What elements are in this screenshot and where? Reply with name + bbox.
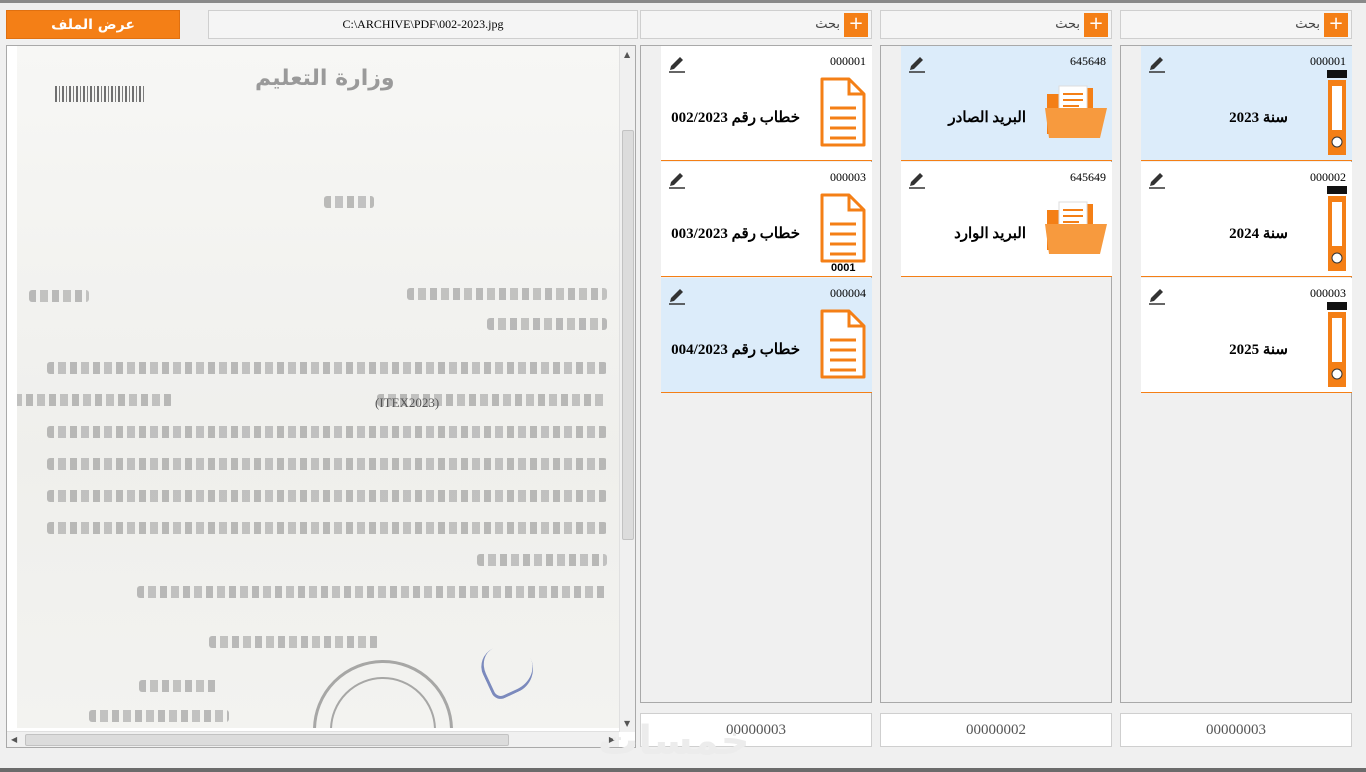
binder-icon: [1327, 70, 1347, 155]
letter-title: خطاب رقم 003/2023: [671, 226, 800, 242]
itex-text: (ITEX2023): [375, 395, 440, 410]
doc-line: [139, 680, 219, 692]
year-card[interactable]: 000001 سنة 2023: [1141, 46, 1352, 161]
letter-code: 000003: [830, 170, 866, 184]
mail-search-bar: بحث +: [880, 10, 1112, 39]
window-bottom-border: [0, 768, 1366, 772]
letter-title: خطاب رقم 002/2023: [671, 110, 800, 126]
doc-line: [477, 554, 607, 566]
mail-card[interactable]: 645648 البريد الصادر: [901, 46, 1112, 161]
letter-overlay-code: 0001: [831, 262, 856, 274]
mail-count: 00000002: [880, 713, 1112, 747]
scanned-letter-image: وزارة التعليم (ITEX2023): [17, 46, 619, 728]
edit-pencil-icon[interactable]: [667, 170, 687, 190]
letter-card[interactable]: 000004 خطاب رقم 004/2023: [661, 278, 872, 393]
years-add-button[interactable]: +: [1324, 12, 1348, 37]
doc-line: [47, 426, 607, 438]
binder-icon: [1327, 302, 1347, 387]
edit-pencil-icon[interactable]: [1147, 286, 1167, 306]
scroll-up-icon[interactable]: ▲: [624, 50, 630, 59]
year-title: سنة 2025: [1229, 342, 1288, 358]
document-icon: [820, 309, 866, 379]
mail-code: 645648: [1070, 54, 1106, 68]
letter-code: 000004: [830, 286, 866, 300]
years-search-bar: بحث +: [1120, 10, 1352, 39]
letters-add-button[interactable]: +: [844, 12, 868, 37]
folder-icon: [1045, 85, 1107, 138]
doc-line: [89, 710, 229, 722]
mail-code: 645649: [1070, 170, 1106, 184]
horizontal-scroll-thumb[interactable]: [25, 734, 509, 746]
year-code: 000001: [1310, 54, 1346, 68]
year-card[interactable]: 000003 سنة 2025: [1141, 278, 1352, 393]
doc-line: [47, 522, 607, 534]
doc-line: [487, 318, 607, 330]
years-search-label[interactable]: بحث: [1295, 17, 1320, 32]
doc-line: [209, 636, 379, 648]
year-code: 000002: [1310, 170, 1346, 184]
letter-code: 000001: [830, 54, 866, 68]
letters-panel: 000001 خطاب رقم 002/2023 000003 0001 خطا…: [640, 45, 872, 703]
document-icon: [820, 77, 866, 147]
ministry-header-text: وزارة التعليم: [255, 66, 395, 91]
mail-title: البريد الوارد: [954, 226, 1026, 242]
mail-add-button[interactable]: +: [1084, 12, 1108, 37]
official-seal: [313, 660, 453, 728]
year-card[interactable]: 000002 سنة 2024: [1141, 162, 1352, 277]
doc-line: [47, 458, 607, 470]
document-viewer[interactable]: وزارة التعليم (ITEX2023) ▲ ▼ ◀ ▶: [6, 45, 636, 748]
viewer-vertical-scrollbar[interactable]: ▲ ▼: [619, 46, 635, 732]
document-icon: [820, 193, 866, 263]
window-top-border: [0, 0, 1366, 3]
mail-search-label[interactable]: بحث: [1055, 17, 1080, 32]
vertical-scroll-thumb[interactable]: [622, 130, 634, 540]
barcode: [55, 86, 145, 102]
mail-card[interactable]: 645649 البريد الوارد: [901, 162, 1112, 277]
letter-card[interactable]: 000003 0001 خطاب رقم 003/2023: [661, 162, 872, 277]
binder-icon: [1327, 186, 1347, 271]
doc-line: [29, 290, 89, 302]
mail-panel: 645648 البريد الصادر 645649 البريد الوار…: [880, 45, 1112, 703]
scroll-left-icon[interactable]: ◀: [11, 735, 17, 744]
view-file-button[interactable]: عرض الملف: [6, 10, 180, 39]
edit-pencil-icon[interactable]: [1147, 54, 1167, 74]
edit-pencil-icon[interactable]: [1147, 170, 1167, 190]
year-code: 000003: [1310, 286, 1346, 300]
doc-line: [137, 586, 607, 598]
signature: [474, 635, 542, 703]
doc-line: [17, 394, 173, 406]
letter-card[interactable]: 000001 خطاب رقم 002/2023: [661, 46, 872, 161]
edit-pencil-icon[interactable]: [667, 54, 687, 74]
watermark: خمسات: [598, 718, 751, 764]
letters-search-bar: بحث +: [640, 10, 872, 39]
edit-pencil-icon[interactable]: [667, 286, 687, 306]
years-count: 00000003: [1120, 713, 1352, 747]
year-title: سنة 2023: [1229, 110, 1288, 126]
doc-line: [47, 490, 607, 502]
edit-pencil-icon[interactable]: [907, 170, 927, 190]
letter-title: خطاب رقم 004/2023: [671, 342, 800, 358]
doc-line: [407, 288, 607, 300]
years-panel: 000001 سنة 2023 000002 سنة 2024 000003 س…: [1120, 45, 1352, 703]
letters-search-label[interactable]: بحث: [815, 17, 840, 32]
viewer-horizontal-scrollbar[interactable]: ◀ ▶: [7, 731, 619, 747]
doc-line: [47, 362, 607, 374]
edit-pencil-icon[interactable]: [907, 54, 927, 74]
year-title: سنة 2024: [1229, 226, 1288, 242]
folder-icon: [1045, 201, 1107, 254]
mail-title: البريد الصادر: [948, 110, 1026, 126]
file-path-field: C:\ARCHIVE\PDF\002-2023.jpg: [208, 10, 638, 39]
doc-line: [324, 196, 374, 208]
